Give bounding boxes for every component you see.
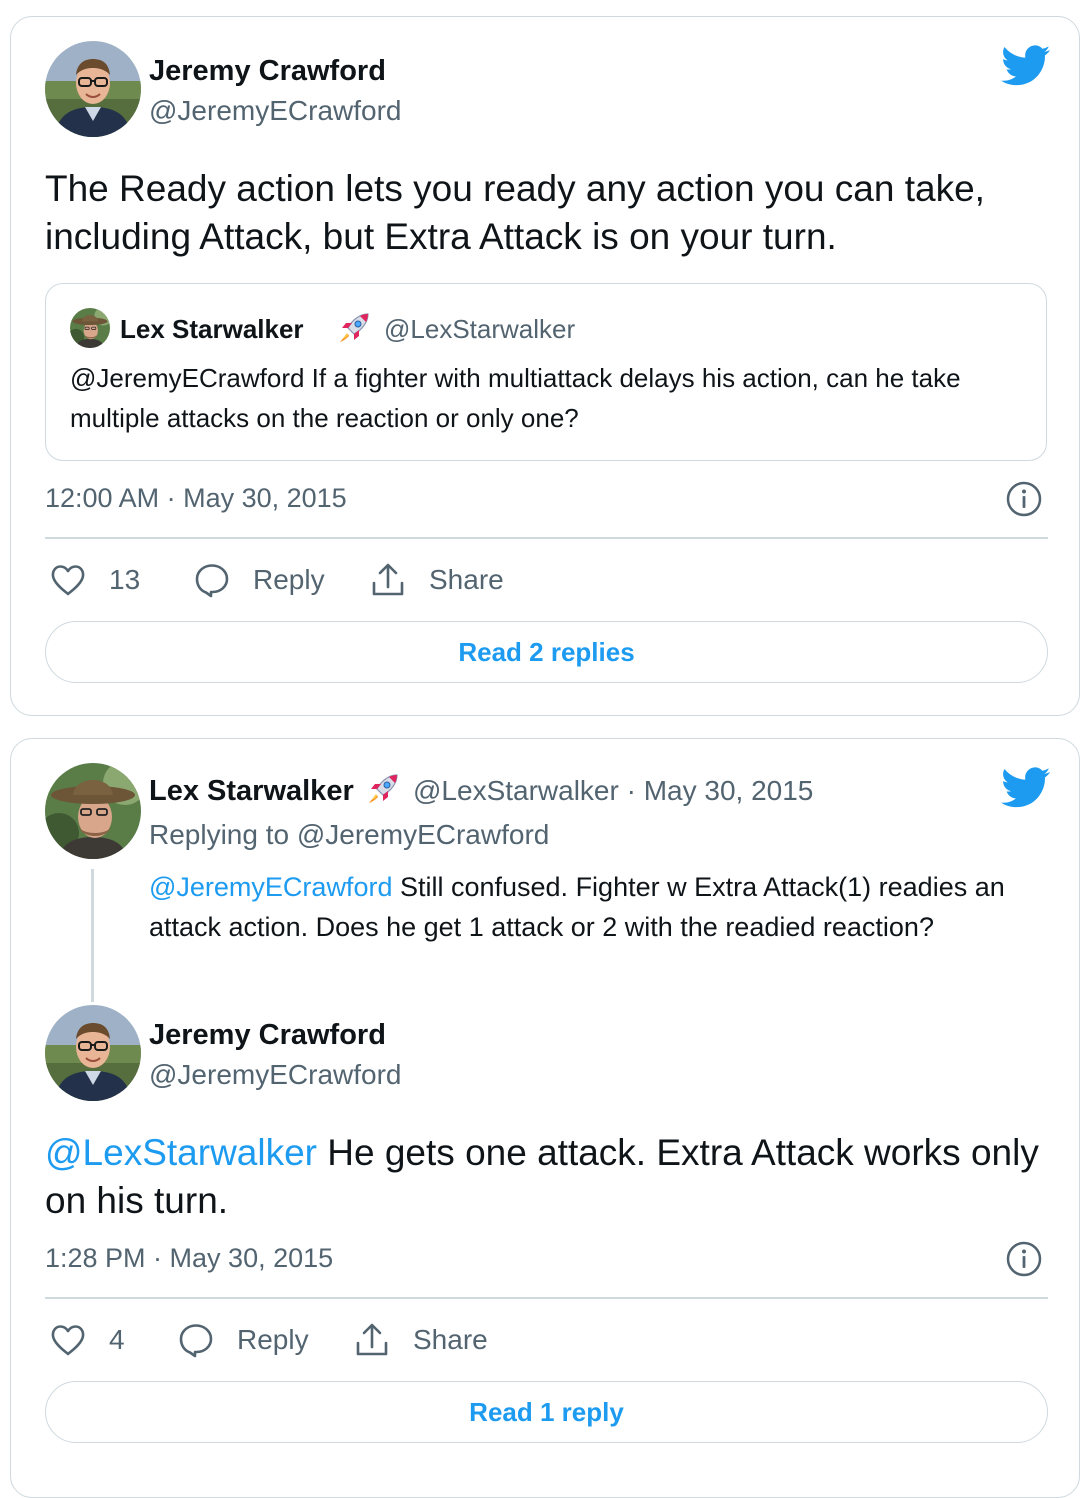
divider	[45, 537, 1048, 539]
info-icon[interactable]	[1005, 1240, 1043, 1278]
tweet-timestamp[interactable]: 1:28 PM · May 30, 2015	[45, 1243, 333, 1274]
read-replies-button[interactable]: Read 2 replies	[45, 621, 1048, 683]
author-handle[interactable]: @JeremyECrawford	[149, 95, 401, 127]
read-replies-button[interactable]: Read 1 reply	[45, 1381, 1048, 1443]
heart-icon	[49, 1321, 87, 1359]
parent-author-name[interactable]: Lex Starwalker	[149, 775, 354, 808]
heart-icon	[49, 561, 87, 599]
like-button[interactable]: 13	[49, 561, 140, 599]
thread-line	[91, 869, 94, 1002]
mention-link[interactable]: @LexStarwalker	[45, 1132, 317, 1173]
share-button[interactable]: Share	[369, 561, 504, 599]
tweet-text: The Ready action lets you ready any acti…	[45, 168, 985, 257]
avatar[interactable]	[45, 763, 141, 859]
divider	[45, 1297, 1048, 1299]
parent-tweet-text: @JeremyECrawford Still confused. Fighter…	[149, 867, 1049, 947]
tweet-text: @LexStarwalker He gets one attack. Extra…	[45, 1129, 1045, 1225]
author-handle[interactable]: @JeremyECrawford	[149, 1059, 401, 1091]
replying-to: Replying to @JeremyECrawford	[149, 819, 550, 850]
reply-button[interactable]: Reply	[193, 561, 325, 599]
twitter-bird-icon[interactable]	[1001, 767, 1051, 809]
quoted-author-handle: @LexStarwalker	[384, 314, 576, 344]
share-icon	[369, 561, 407, 599]
tweet-card-1: Jeremy Crawford @JeremyECrawford The Rea…	[10, 16, 1080, 716]
share-label: Share	[413, 1324, 488, 1355]
share-label: Share	[429, 564, 504, 595]
share-button[interactable]: Share	[353, 1321, 488, 1359]
avatar	[70, 308, 110, 348]
avatar[interactable]	[45, 1005, 141, 1101]
quoted-tweet[interactable]: Lex Starwalker @LexStarwalker @JeremyECr…	[45, 283, 1047, 461]
mention-link[interactable]: @JeremyECrawford	[149, 872, 392, 902]
like-count: 4	[109, 1324, 125, 1355]
author-name[interactable]: Jeremy Crawford	[149, 1019, 386, 1052]
like-count: 13	[109, 564, 141, 595]
author-name[interactable]: Jeremy Crawford	[149, 55, 386, 88]
info-icon[interactable]	[1005, 480, 1043, 518]
tweet-card-2: Lex Starwalker @LexStarwalker · May 30, …	[10, 738, 1080, 1498]
reply-label: Reply	[253, 564, 325, 595]
avatar[interactable]	[45, 41, 141, 137]
rocket-icon	[334, 308, 374, 348]
like-button[interactable]: 4	[49, 1321, 125, 1359]
reply-bubble-icon	[193, 561, 231, 599]
rocket-icon	[363, 769, 403, 809]
parent-handle-date[interactable]: @LexStarwalker · May 30, 2015	[413, 775, 813, 807]
quoted-author-name: Lex Starwalker	[120, 314, 304, 344]
reply-label: Reply	[237, 1324, 309, 1355]
reply-button[interactable]: Reply	[177, 1321, 309, 1359]
share-icon	[353, 1321, 391, 1359]
twitter-bird-icon[interactable]	[1001, 45, 1051, 87]
tweet-timestamp[interactable]: 12:00 AM · May 30, 2015	[45, 483, 347, 514]
quoted-tweet-text: @JeremyECrawford If a fighter with multi…	[70, 363, 961, 433]
reply-bubble-icon	[177, 1321, 215, 1359]
